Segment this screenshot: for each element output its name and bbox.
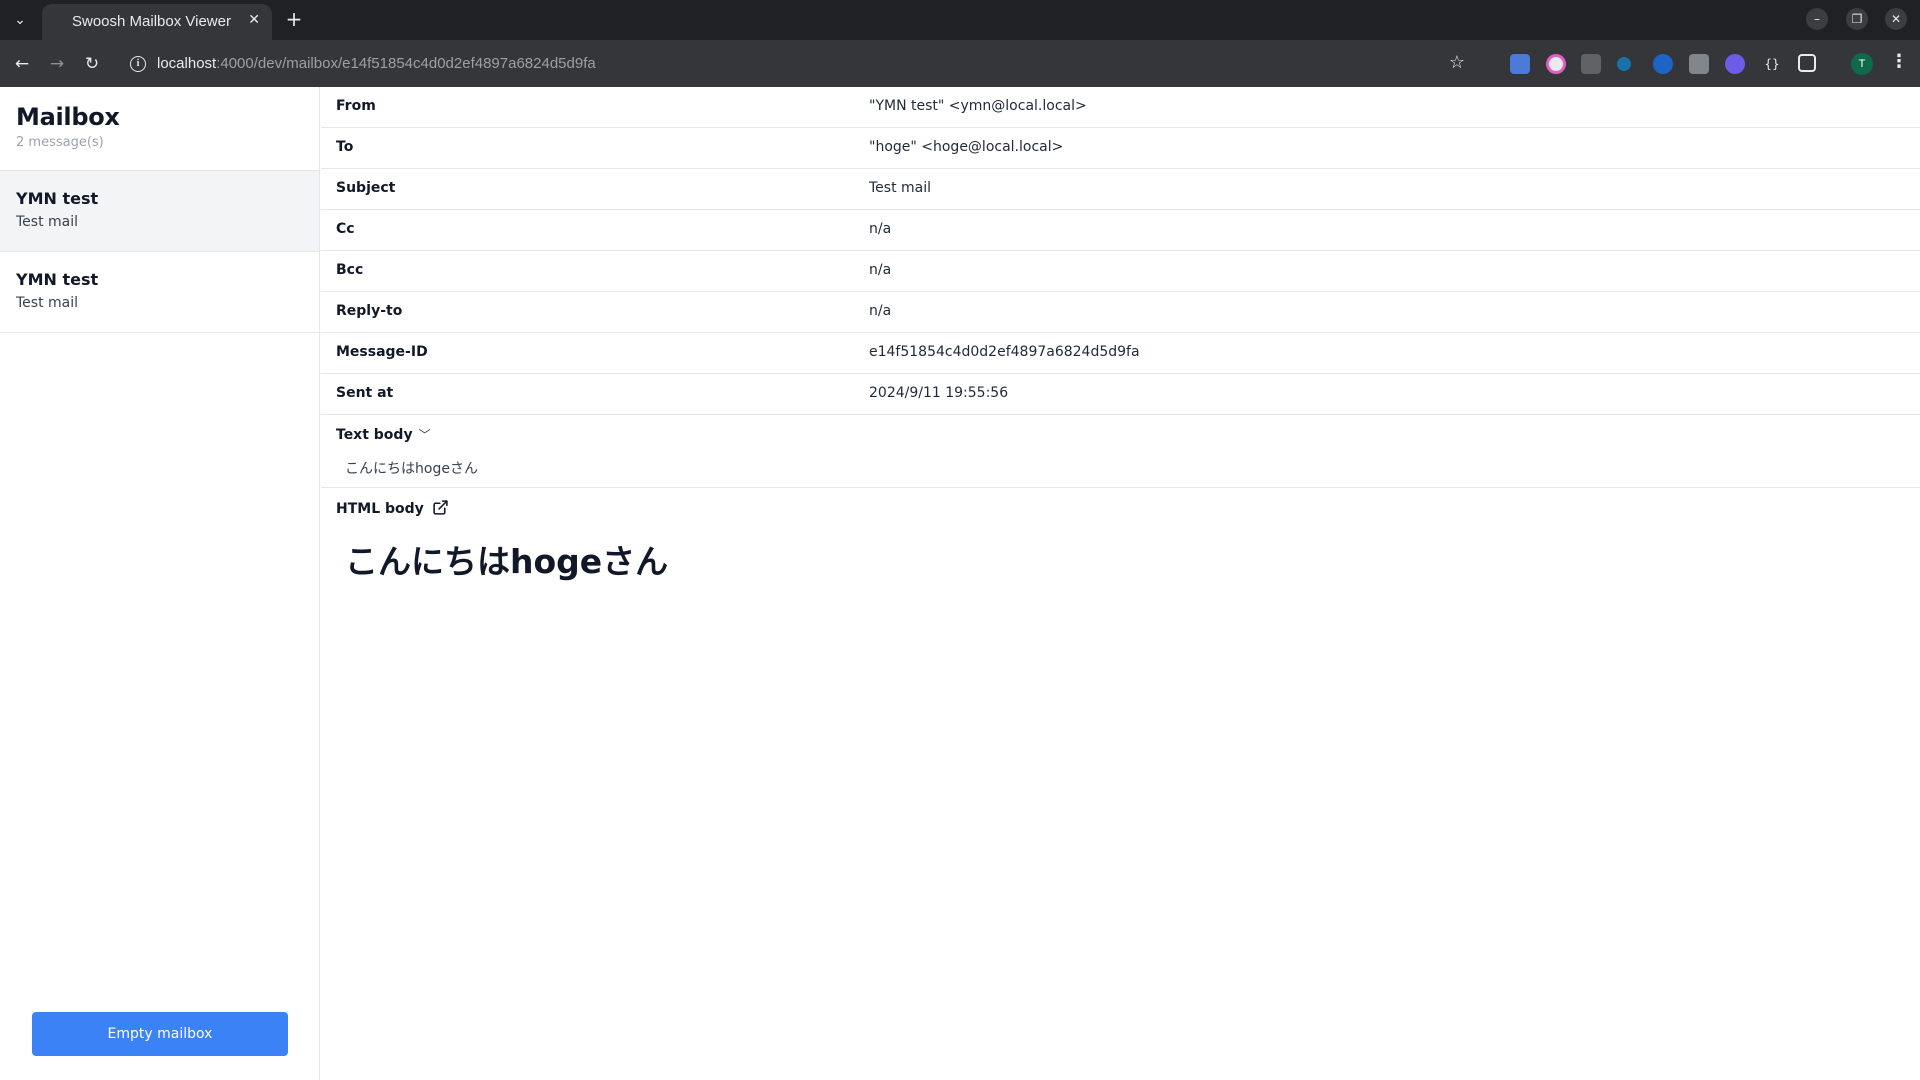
header-label: Sent at [336, 385, 394, 401]
extensions-puzzle-icon[interactable] [1798, 54, 1816, 72]
message-detail: From "YMN test" <ymn@local.local> To "ho… [321, 87, 1920, 1080]
bookmark-star-icon[interactable]: ☆ [1449, 52, 1465, 73]
gear-extension-icon[interactable] [1725, 54, 1745, 74]
external-link-icon[interactable] [432, 499, 449, 520]
restore-icon[interactable]: ❐ [1843, 8, 1871, 32]
mailbox-app: Mailbox 2 message(s) YMN test Test mail … [0, 87, 1920, 1080]
header-value: 2024/9/11 19:55:56 [869, 385, 1009, 401]
header-label: To [336, 139, 354, 155]
header-row-from: From "YMN test" <ymn@local.local> [321, 87, 1920, 128]
tab-title: Swoosh Mailbox Viewer [72, 13, 231, 30]
browser-toolbar: ← → ↻ i localhost:4000/dev/mailbox/e14f5… [0, 40, 1920, 87]
text-body-toggle[interactable]: Text body ﹀ [336, 426, 431, 443]
header-row-sent-at: Sent at 2024/9/11 19:55:56 [321, 374, 1920, 415]
browser-menu-icon[interactable]: ⋮ [1890, 51, 1908, 72]
new-tab-icon[interactable]: + [282, 8, 306, 32]
tab-close-icon[interactable]: ✕ [248, 12, 260, 28]
html-body-title: HTML body [336, 501, 424, 517]
forward-icon[interactable]: → [45, 52, 69, 76]
address-bar[interactable]: i localhost:4000/dev/mailbox/e14f51854c4… [120, 46, 1475, 82]
header-row-message-id: Message-ID e14f51854c4d0d2ef4897a6824d5d… [321, 333, 1920, 374]
header-label: Subject [336, 180, 396, 196]
header-label: Bcc [336, 262, 364, 278]
header-label: Message-ID [336, 344, 428, 360]
tab-list-icon[interactable]: ⌄ [8, 8, 32, 32]
header-value: n/a [869, 262, 892, 278]
message-list-item[interactable]: YMN test Test mail [0, 252, 319, 333]
sidebar: Mailbox 2 message(s) YMN test Test mail … [0, 87, 320, 1080]
html-body-content: こんにちはhogeさん [345, 542, 669, 581]
close-window-icon[interactable]: ✕ [1882, 8, 1910, 32]
translate-extension-icon[interactable] [1510, 54, 1530, 74]
header-value: Test mail [869, 180, 932, 196]
screenshot-extension-icon[interactable] [1581, 54, 1601, 74]
profile-avatar[interactable]: T [1851, 53, 1873, 75]
header-value: "hoge" <hoge@local.local> [869, 139, 1064, 155]
text-body-content: こんにちはhogeさん [345, 461, 478, 477]
header-label: Cc [336, 221, 355, 237]
header-label: Reply-to [336, 303, 403, 319]
message-from: YMN test [16, 189, 99, 208]
browser-tab[interactable]: Swoosh Mailbox Viewer ✕ [42, 4, 272, 40]
braces-extension-icon[interactable]: {} [1762, 54, 1782, 74]
header-row-reply-to: Reply-to n/a [321, 292, 1920, 333]
og-extension-icon[interactable] [1689, 54, 1709, 74]
text-body-section: Text body ﹀ こんにちはhogeさん [321, 415, 1920, 488]
url-text[interactable]: localhost:4000/dev/mailbox/e14f51854c4d0… [157, 55, 596, 72]
html-body-header: HTML body [336, 499, 449, 520]
header-value: e14f51854c4d0d2ef4897a6824d5d9fa [869, 344, 1140, 360]
header-value: "YMN test" <ymn@local.local> [869, 98, 1087, 114]
header-row-bcc: Bcc n/a [321, 251, 1920, 292]
mailbox-title: Mailbox [16, 103, 120, 131]
message-subject: Test mail [16, 214, 79, 230]
text-body-title: Text body [336, 427, 413, 443]
chevron-down-icon: ﹀ [418, 428, 431, 442]
back-icon[interactable]: ← [10, 52, 34, 76]
message-count: 2 message(s) [16, 135, 104, 150]
sidebar-header: Mailbox 2 message(s) [0, 87, 319, 171]
header-value: n/a [869, 303, 892, 319]
check-extension-icon[interactable] [1653, 54, 1673, 74]
empty-mailbox-button[interactable]: Empty mailbox [32, 1012, 288, 1056]
header-row-to: To "hoge" <hoge@local.local> [321, 128, 1920, 169]
minimize-icon[interactable]: – [1803, 8, 1831, 32]
browser-tabbar: ⌄ Swoosh Mailbox Viewer ✕ + – ❐ ✕ [0, 0, 1920, 40]
header-row-cc: Cc n/a [321, 210, 1920, 251]
message-from: YMN test [16, 270, 99, 289]
header-label: From [336, 98, 376, 114]
site-info-icon[interactable]: i [130, 56, 146, 72]
edge-extension-icon[interactable] [1617, 57, 1631, 71]
message-list-item[interactable]: YMN test Test mail [0, 171, 319, 252]
header-value: n/a [869, 221, 892, 237]
header-row-subject: Subject Test mail [321, 169, 1920, 210]
message-subject: Test mail [16, 295, 79, 311]
reload-icon[interactable]: ↻ [80, 52, 104, 76]
color-extension-icon[interactable] [1546, 54, 1566, 74]
